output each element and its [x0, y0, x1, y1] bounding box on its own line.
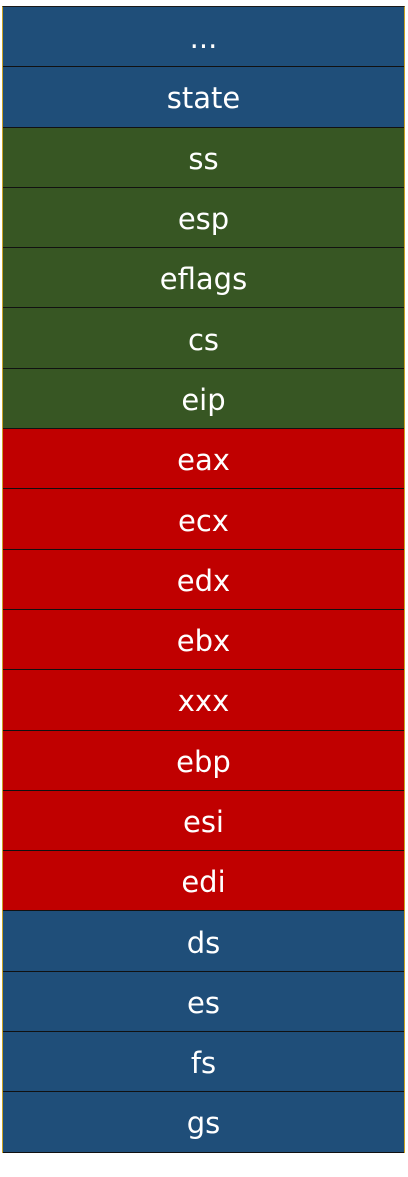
- stack-cell-label: cs: [187, 322, 220, 357]
- stack-cell-label: esp: [177, 202, 230, 237]
- stack-cell-xxx: xxx: [3, 670, 404, 731]
- stack-cell-label: edx: [176, 563, 231, 598]
- stack-cell-edx: edx: [3, 549, 404, 610]
- stack-cell-ss: ss: [3, 127, 404, 188]
- stack-cell-label: es: [187, 985, 220, 1020]
- stack-cell-esp: esp: [3, 187, 404, 249]
- stack-cell-label: gs: [186, 1106, 221, 1141]
- stack-cell-ds: ds: [3, 911, 404, 972]
- stack-cell-label: fs: [190, 1046, 217, 1081]
- stack-cell-ellipsis: ...: [3, 7, 404, 68]
- stack-cell-fs: fs: [3, 1032, 404, 1093]
- stack-cell-label: ecx: [178, 503, 229, 538]
- stack-cell-label: ...: [189, 21, 218, 56]
- stack-cell-label: xxx: [177, 684, 230, 719]
- stack-cell-state: state: [3, 67, 404, 128]
- stack-cell-edi: edi: [3, 851, 404, 912]
- stack-cell-ebp: ebp: [3, 730, 404, 791]
- stack-cell-label: ss: [188, 141, 219, 176]
- stack-cell-ebx: ebx: [3, 609, 404, 671]
- stack-cell-label: ebx: [176, 624, 231, 659]
- stack-cell-eflags: eflags: [3, 248, 404, 309]
- stack-cell-esi: esi: [3, 790, 404, 852]
- stack-cell-eax: eax: [3, 429, 404, 490]
- stack-cell-label: ebp: [176, 744, 231, 779]
- stack-cell-gs: gs: [3, 1092, 404, 1153]
- register-stack: ... state ss esp eflags cs eip eax ecx e…: [2, 6, 405, 1153]
- stack-cell-label: eflags: [159, 262, 248, 297]
- stack-cell-label: eip: [181, 382, 226, 417]
- stack-cell-label: ds: [186, 925, 221, 960]
- stack-cell-label: state: [166, 81, 241, 116]
- stack-cell-label: edi: [181, 865, 226, 900]
- stack-cell-ecx: ecx: [3, 489, 404, 550]
- stack-cell-cs: cs: [3, 308, 404, 369]
- stack-cell-label: esi: [182, 805, 224, 839]
- stack-cell-eip: eip: [3, 368, 404, 430]
- stack-cell-es: es: [3, 971, 404, 1033]
- stack-cell-label: eax: [177, 443, 230, 478]
